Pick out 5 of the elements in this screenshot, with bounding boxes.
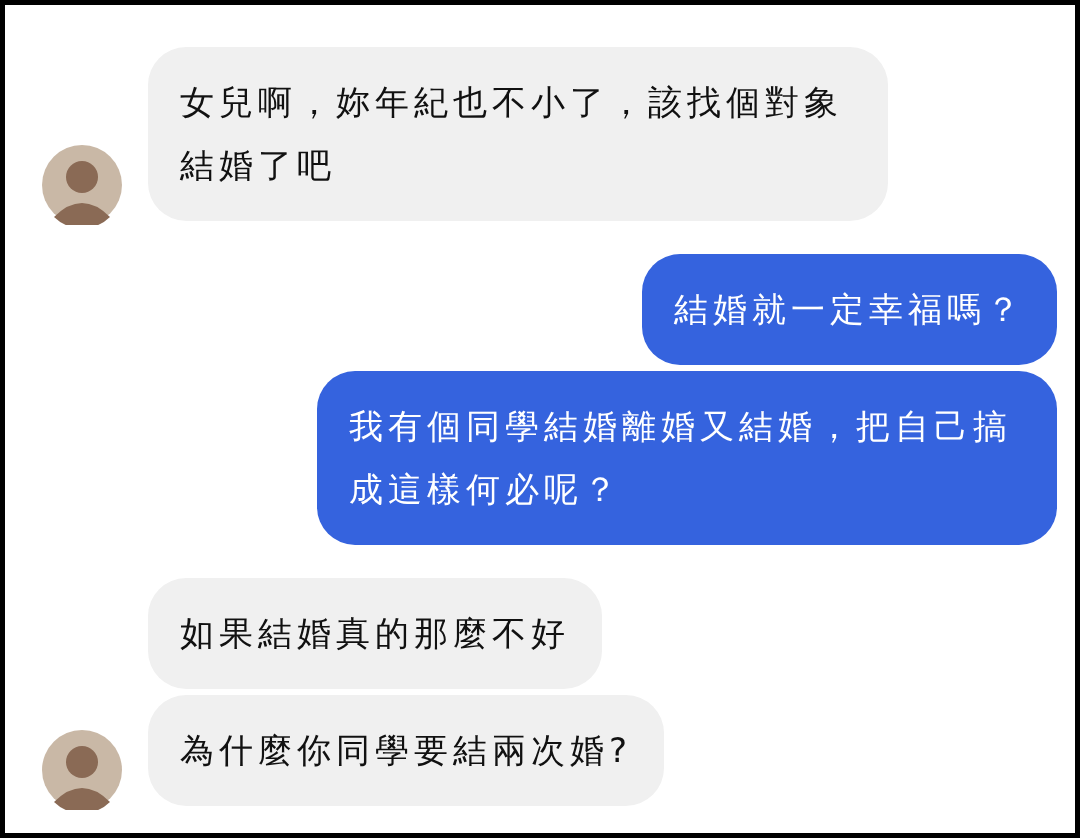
message-bubble: 我有個同學結婚離婚又結婚，把自己搞成這樣何必呢？ (317, 371, 1057, 545)
message-bubble: 如果結婚真的那麼不好 (148, 578, 602, 689)
message-bubble: 女兒啊，妳年紀也不小了，該找個對象結婚了吧 (148, 47, 888, 221)
message-bubble: 結婚就一定幸福嗎？ (642, 254, 1057, 365)
message-bubble: 為什麼你同學要結兩次婚? (148, 695, 665, 806)
